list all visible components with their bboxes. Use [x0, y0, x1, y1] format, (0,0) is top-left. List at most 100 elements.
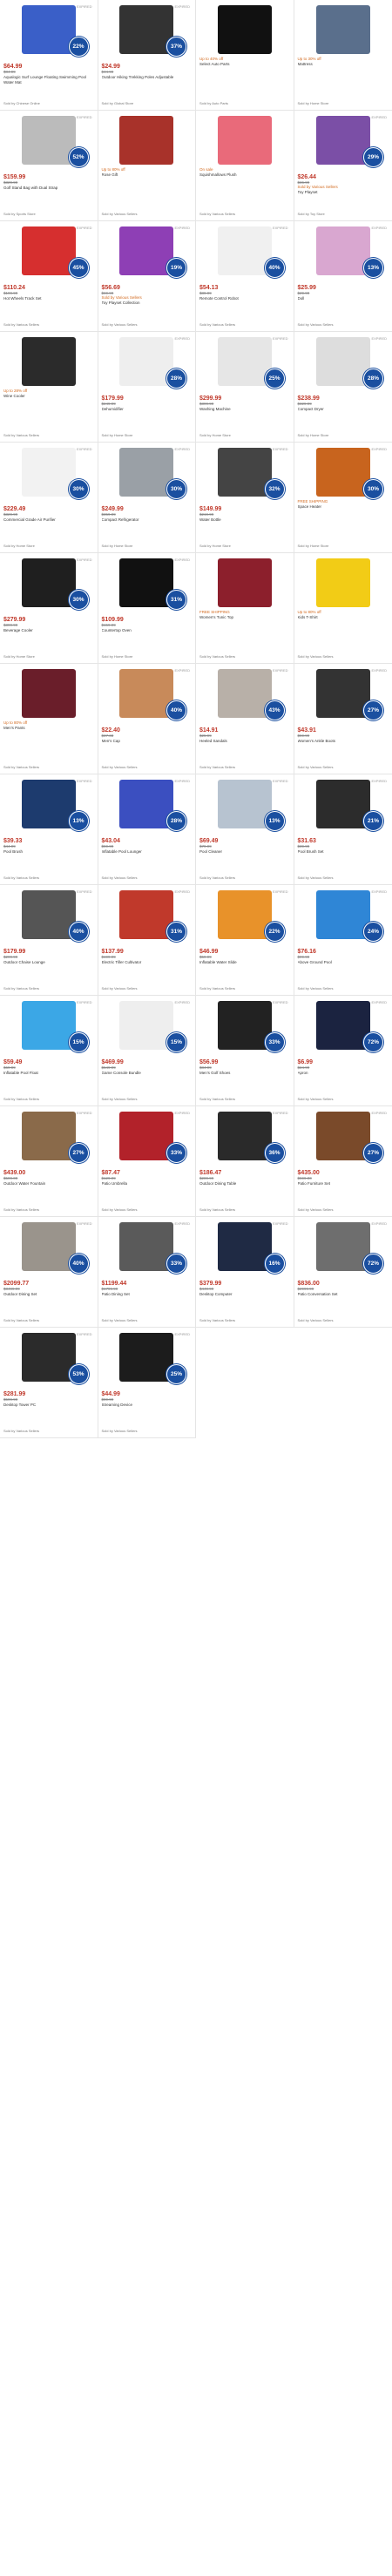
product-image[interactable] [119, 1112, 174, 1160]
product-title[interactable]: Patio Furniture Set [298, 1181, 389, 1187]
product-image[interactable] [217, 1001, 272, 1050]
product-title[interactable]: Pool Brush [3, 849, 94, 855]
product-title[interactable]: Golf Stand Bag with Dual Strap [3, 186, 94, 191]
deal-card[interactable]: 13% EXPIRED $25.99 $29.99 Doll Sold by V… [294, 221, 392, 332]
deal-card[interactable]: Up to 80% off Men's Pants Sold by Variou… [0, 664, 98, 774]
product-image[interactable] [119, 448, 174, 497]
product-image[interactable] [119, 5, 174, 54]
product-image[interactable] [119, 669, 174, 718]
product-title[interactable]: Outdoor Water Fountain [3, 1181, 94, 1187]
product-image[interactable] [315, 226, 370, 275]
product-title[interactable]: Remote Control Robot [199, 296, 290, 301]
product-image[interactable] [119, 890, 174, 939]
product-image[interactable] [21, 1001, 76, 1050]
deal-card[interactable]: 31% EXPIRED $137.99 $199.99 Electric Til… [98, 885, 196, 996]
deal-card[interactable]: Up to 80% off Kids T-Shirt Sold by Vario… [294, 553, 392, 664]
deal-card[interactable]: 28% EXPIRED $43.04 $59.99 Inflatable Poo… [98, 774, 196, 885]
deal-card[interactable]: 30% EXPIRED $279.99 $399.99 Beverage Coo… [0, 553, 98, 664]
product-title[interactable]: Inflatable Pool Float [3, 1071, 94, 1076]
product-image[interactable] [119, 780, 174, 828]
deal-card[interactable]: 72% EXPIRED $836.00 $2999.99 Patio Conve… [294, 1217, 392, 1328]
product-title[interactable]: Hot Wheels Track Set [3, 296, 94, 301]
product-title[interactable]: Men's Pants [3, 726, 94, 731]
deal-card[interactable]: 45% EXPIRED $110.24 $199.99 Hot Wheels T… [0, 221, 98, 332]
product-image[interactable] [21, 669, 76, 718]
product-title[interactable]: Toy Playset Collection [102, 301, 193, 306]
product-title[interactable]: Game Console Bundle [102, 1071, 193, 1076]
product-image[interactable] [315, 558, 370, 607]
product-image[interactable] [119, 1001, 174, 1050]
product-title[interactable]: Heeled Sandals [199, 739, 290, 744]
product-title[interactable]: Streaming Device [102, 1403, 193, 1408]
deal-card[interactable]: 28% EXPIRED $238.99 $329.99 Compact Drye… [294, 332, 392, 443]
product-image[interactable] [119, 1222, 174, 1271]
deal-card[interactable]: 28% EXPIRED $179.99 $249.99 Dehumidifier… [98, 332, 196, 443]
product-image[interactable] [21, 1112, 76, 1160]
product-title[interactable]: Above Ground Pool [298, 960, 389, 965]
product-image[interactable] [315, 5, 370, 54]
deal-card[interactable]: 13% EXPIRED $69.49 $79.99 Pool Cleaner S… [196, 774, 294, 885]
product-image[interactable] [315, 448, 370, 497]
product-image[interactable] [315, 116, 370, 165]
product-title[interactable]: Patio Dining Set [102, 1292, 193, 1297]
product-image[interactable] [21, 116, 76, 165]
deal-card[interactable]: 15% EXPIRED $59.49 $69.99 Inflatable Poo… [0, 996, 98, 1106]
product-image[interactable] [217, 226, 272, 275]
product-image[interactable] [21, 226, 76, 275]
deal-card[interactable]: Up to 80% off Rose Gift Sold by Various … [98, 111, 196, 221]
product-title[interactable]: Women's Tunic Top [199, 615, 290, 620]
deal-card[interactable]: 29% EXPIRED $26.44 $36.99 Sold by Variou… [294, 111, 392, 221]
deal-card[interactable]: 33% EXPIRED $87.47 $129.99 Patio Umbrell… [98, 1106, 196, 1217]
product-image[interactable] [119, 337, 174, 386]
product-image[interactable] [21, 780, 76, 828]
deal-card[interactable]: 32% EXPIRED $149.99 $219.99 Water Bottle… [196, 443, 294, 553]
product-title[interactable]: Men's Golf Shoes [199, 1071, 290, 1076]
product-title[interactable]: Squishmallows Plush [199, 172, 290, 178]
product-title[interactable]: Outdoor Chaise Lounge [3, 960, 94, 965]
deal-card[interactable]: 72% EXPIRED $6.99 $24.99 Apron Sold by V… [294, 996, 392, 1106]
product-title[interactable]: Select Auto Parts [199, 62, 290, 67]
deal-card[interactable]: 37% EXPIRED $24.99 $44.99 Outdoor Hiking… [98, 0, 196, 111]
product-title[interactable]: Men's Cap [102, 739, 193, 744]
deal-card[interactable]: 40% EXPIRED $22.40 $37.33 Men's Cap Sold… [98, 664, 196, 774]
product-image[interactable] [315, 1112, 370, 1160]
product-image[interactable] [119, 116, 174, 165]
product-title[interactable]: Water Bottle [199, 517, 290, 523]
product-title[interactable]: Space Heater [298, 504, 389, 510]
product-image[interactable] [119, 1333, 174, 1382]
deal-card[interactable]: 40% EXPIRED $179.99 $299.99 Outdoor Chai… [0, 885, 98, 996]
product-image[interactable] [315, 1222, 370, 1271]
product-title[interactable]: Toy Playset [298, 190, 389, 195]
deal-card[interactable]: 52% EXPIRED $159.99 $329.99 Golf Stand B… [0, 111, 98, 221]
product-image[interactable] [21, 448, 76, 497]
deal-card[interactable]: Up to 28% off Wine Cooler Sold by Variou… [0, 332, 98, 443]
product-title[interactable]: Kids T-Shirt [298, 615, 389, 620]
product-image[interactable] [119, 558, 174, 607]
product-image[interactable] [21, 1333, 76, 1382]
deal-card[interactable]: 15% EXPIRED $469.99 $549.99 Game Console… [98, 996, 196, 1106]
product-title[interactable]: Inflatable Water Slide [199, 960, 290, 965]
deal-card[interactable]: 13% EXPIRED $39.33 $44.99 Pool Brush Sol… [0, 774, 98, 885]
product-title[interactable]: Women's Ankle Boots [298, 739, 389, 744]
product-title[interactable]: Countertop Oven [102, 628, 193, 633]
product-title[interactable]: Inflatable Pool Lounger [102, 849, 193, 855]
deal-card[interactable]: 22% EXPIRED $64.99 $84.99 Aqualogic Surf… [0, 0, 98, 111]
product-image[interactable] [315, 780, 370, 828]
product-image[interactable] [217, 1222, 272, 1271]
product-image[interactable] [21, 5, 76, 54]
product-title[interactable]: Desktop Tower PC [3, 1403, 94, 1408]
product-title[interactable]: Pool Brush Set [298, 849, 389, 855]
product-image[interactable] [217, 448, 272, 497]
product-title[interactable]: Dehumidifier [102, 407, 193, 412]
deal-card[interactable]: Up to 30% off Mattress Sold by Home Stor… [294, 0, 392, 111]
product-title[interactable]: Compact Dryer [298, 407, 389, 412]
deal-card[interactable]: 36% EXPIRED $186.47 $289.99 Outdoor Dini… [196, 1106, 294, 1217]
deal-card[interactable]: On sale Squishmallows Plush Sold by Vari… [196, 111, 294, 221]
product-image[interactable] [21, 558, 76, 607]
product-title[interactable]: Compact Refrigerator [102, 517, 193, 523]
product-title[interactable]: Outdoor Hiking Trekking Poles Adjustable [102, 75, 193, 80]
product-title[interactable]: Outdoor Dining Set [3, 1292, 94, 1297]
product-title[interactable]: Mattress [298, 62, 389, 67]
deal-card[interactable]: 30% EXPIRED $229.49 $329.99 Commercial G… [0, 443, 98, 553]
product-title[interactable]: Washing Machine [199, 407, 290, 412]
